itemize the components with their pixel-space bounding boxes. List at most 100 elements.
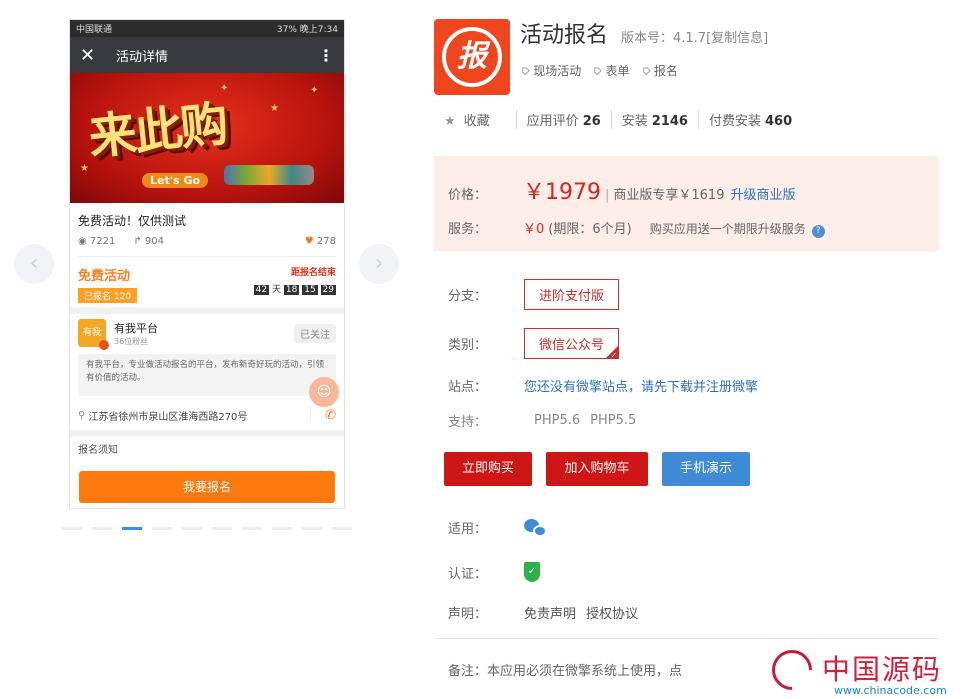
buy-now-button[interactable]: 立即购买 (444, 452, 532, 486)
watermark-logo-icon (763, 641, 821, 699)
statement-label: 声明： (448, 607, 488, 622)
address-text: 江苏省徐州市泉山区淮海西路270号 (88, 411, 248, 423)
organizer-name: 有我平台 (114, 321, 158, 335)
category-label: 类别： (448, 338, 488, 353)
favorite-button[interactable]: ★ 收藏 (444, 110, 516, 129)
applicable-label: 适用： (448, 522, 488, 537)
check-icon: ✓ (610, 351, 618, 360)
php-version: PHP5.5 (590, 413, 637, 428)
branch-row: 分支： 进阶支付版 (448, 279, 620, 310)
pagination-dot[interactable] (62, 527, 82, 530)
divider (434, 638, 939, 639)
likes-stat[interactable]: ♥ 278 (305, 236, 336, 247)
business-price: 商业版专享￥1619 (613, 188, 725, 203)
category-option[interactable]: 微信公众号 ✓ (524, 328, 620, 360)
banner-tagline: Let's Go (142, 173, 209, 188)
event-banner: ✦ ★ ✦ ★ 来此购 Let's Go (70, 73, 344, 203)
organizer-description: 有我平台，专业做活动报名的平台，发布新奇好玩的活动，引领有价值的活动。 (78, 354, 336, 396)
appbar-title: 活动详情 (116, 49, 169, 65)
branch-label: 分支： (448, 289, 488, 304)
tag-item[interactable]: ⌂ 表单 (589, 62, 629, 79)
upgrade-business-link[interactable]: 升级商业版 (730, 184, 795, 203)
pagination-dot[interactable] (332, 527, 352, 530)
pagination-dot[interactable] (302, 527, 322, 530)
service-period: (期限：6个月) (548, 222, 632, 237)
support-label: 支持： (448, 415, 488, 430)
support-row: 支持： PHP5.6 PHP5.5 (448, 411, 646, 430)
cert-row: 认证： ✓ (448, 562, 540, 582)
service-note: 购买应用送一个期限升级服务 (649, 222, 806, 236)
service-label: 服务： (448, 222, 488, 237)
status-right: 37% 晚上7:34 (276, 25, 338, 35)
signed-up-badge: 已报名 120 (78, 288, 138, 303)
event-stats: ◉ 7221 ↱ 904 ♥ 278 (70, 232, 344, 250)
license-link[interactable]: 授权协议 (586, 603, 638, 622)
views-stat: ◉ 7221 (78, 235, 116, 247)
add-to-cart-button[interactable]: 加入购物车 (546, 452, 648, 486)
phone-preview: 中国联通 37% 晚上7:34 ✕ 活动详情 ⋮ ✦ ★ ✦ ★ 来此购 Let… (69, 19, 345, 509)
event-price-row: 免费活动 已报名 120 距报名结束 42 天 18 15 29 (70, 263, 344, 307)
pagination-dot[interactable] (182, 527, 202, 530)
app-version[interactable]: 版本号：4.1.7[复制信息] (621, 27, 768, 46)
phone-icon[interactable]: ✆ (310, 407, 336, 423)
follow-button[interactable]: 已关注 (294, 323, 336, 343)
carousel-prev-button[interactable]: ‹ (14, 244, 54, 284)
pagination-dot[interactable] (272, 527, 292, 530)
usage-note: 备注：本应用必须在微擎系统上使用，点 (448, 664, 683, 679)
app-tags: ⌂ 现场活动 ⌂ 表单 ⌂ 报名 (517, 62, 690, 79)
tag-item[interactable]: ⌂ 报名 (637, 62, 677, 79)
notice-heading: 报名须知 (78, 445, 118, 456)
tag-icon: ⌂ (589, 62, 606, 79)
event-title: 免费活动！仅供测试 (78, 214, 187, 228)
wechat-icon (524, 518, 548, 537)
app-stats: ★ 收藏 应用评价 26 安装 2146 付费安装 460 (444, 110, 802, 129)
paid-install-stat: 付费安装 460 (697, 110, 802, 129)
tag-icon: ⌂ (516, 62, 534, 79)
organizer-logo: 有我 (78, 319, 109, 350)
help-icon[interactable]: ? (811, 225, 825, 238)
carousel-pagination (62, 527, 362, 530)
carrier-label: 中国联通 (76, 25, 113, 35)
app-icon: 报 (434, 19, 510, 95)
pagination-dot[interactable] (92, 527, 112, 530)
pagination-dot[interactable] (122, 527, 142, 530)
branch-option[interactable]: 进阶支付版 (524, 279, 620, 310)
share-icon: ↱ (133, 235, 145, 247)
php-version: PHP5.6 (534, 413, 581, 428)
disclaimer-link[interactable]: 免责声明 (524, 603, 576, 622)
event-price-label: 免费活动 (78, 269, 131, 284)
shield-check-icon[interactable]: ✓ (524, 562, 540, 582)
statement-row: 声明： 免责声明 授权协议 (448, 603, 638, 622)
close-icon[interactable]: ✕ (80, 45, 104, 66)
signup-button[interactable]: 我要报名 (79, 471, 335, 503)
pagination-dot[interactable] (242, 527, 262, 530)
address-row[interactable]: ⚲ 江苏省徐州市泉山区淮海西路270号 ✆ (70, 400, 344, 430)
mobile-demo-button[interactable]: 手机演示 (662, 452, 750, 486)
star-icon: ★ (444, 114, 456, 129)
phone-appbar: ✕ 活动详情 ⋮ (70, 37, 344, 73)
location-pin-icon: ⚲ (78, 409, 86, 421)
shares-stat: ↱ 904 (133, 235, 165, 247)
price-box: 价格： ￥1979 | 商业版专享￥1619 升级商业版 服务： ￥0 (期限：… (434, 156, 939, 251)
watermark: 中国源码 www.chinacode.com (763, 641, 960, 699)
organizer-row[interactable]: 有我 有我平台 36位粉丝 已关注 (70, 314, 344, 352)
tag-item[interactable]: ⌂ 现场活动 (517, 62, 581, 79)
watermark-url: www.chinacode.com (834, 684, 947, 697)
banner-gifts (224, 165, 314, 185)
organizer-fans: 36位粉丝 (114, 336, 149, 346)
pagination-dot[interactable] (152, 527, 172, 530)
pagination-dot[interactable] (212, 527, 232, 530)
carousel-next-button[interactable]: › (359, 244, 399, 284)
site-row: 站点： 您还没有微擎站点，请先下载并注册微擎 (448, 376, 758, 395)
register-site-link[interactable]: 您还没有微擎站点，请先下载并注册微擎 (524, 376, 758, 395)
eye-icon: ◉ (78, 235, 90, 247)
more-icon[interactable]: ⋮ (318, 46, 334, 65)
cert-label: 认证： (448, 566, 488, 582)
heart-icon: ♥ (304, 235, 317, 247)
app-name: 活动报名 (520, 23, 609, 48)
banner-headline: 来此购 (85, 95, 230, 167)
install-stat: 安装 2146 (610, 110, 698, 129)
price-label: 价格： (448, 188, 488, 203)
rating-stat[interactable]: 应用评价 26 (515, 110, 611, 129)
user-avatar-icon[interactable]: ☺ (309, 377, 339, 407)
